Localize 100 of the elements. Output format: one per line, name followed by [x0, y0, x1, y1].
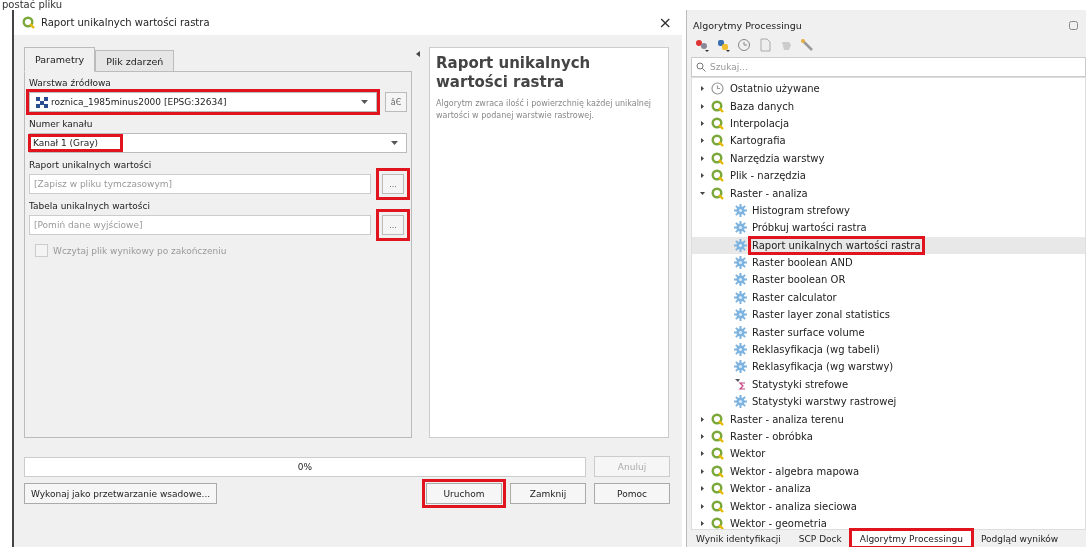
- gear-icon: [734, 203, 747, 217]
- field-label: Numer kanału: [29, 118, 94, 131]
- expand-caret-icon[interactable]: [700, 86, 705, 92]
- tree-item[interactable]: Wektor - analiza sieciowa: [730, 500, 857, 512]
- tree-item[interactable]: Raster surface volume: [752, 326, 865, 338]
- gear-icon: [734, 238, 747, 252]
- expand-caret-icon[interactable]: [700, 503, 705, 509]
- dropdown[interactable]: roznica_1985minus2000 [EPSG:32634]: [29, 92, 377, 112]
- tree-item[interactable]: Wektor - analiza: [730, 483, 811, 495]
- q-logo-icon: [711, 464, 724, 478]
- expand-caret-icon[interactable]: [700, 486, 705, 492]
- tree-item[interactable]: Raster calculator: [752, 291, 837, 303]
- expand-caret-icon[interactable]: [700, 155, 705, 161]
- field-label: Raport unikalnych wartości: [29, 159, 153, 172]
- tree-item[interactable]: Raster layer zonal statistics: [752, 309, 891, 321]
- q-logo-icon: [22, 16, 35, 29]
- expand-caret-icon[interactable]: [700, 451, 705, 457]
- dropdown[interactable]: Kanał 1 (Gray): [29, 133, 407, 153]
- q-logo-icon: [711, 169, 724, 183]
- close-button[interactable]: ×: [656, 13, 674, 32]
- q-logo-icon: [711, 134, 724, 148]
- q-logo-icon: [711, 116, 724, 130]
- expand-caret-icon[interactable]: [700, 468, 705, 474]
- tab[interactable]: Plik zdarzeń: [95, 50, 175, 71]
- tree-item[interactable]: Narzędzia warstwy: [730, 152, 825, 164]
- gear-icon: [734, 256, 747, 270]
- q-logo-icon: [711, 412, 724, 426]
- progress-reading: 0%: [297, 461, 313, 472]
- q-logo-icon: [711, 499, 724, 513]
- tree-item[interactable]: Reklasyfikacja (wg warstwy): [752, 361, 894, 373]
- browse-button[interactable]: âЄ: [385, 92, 407, 112]
- expand-caret-icon[interactable]: [700, 173, 705, 179]
- tab[interactable]: Wynik identyfikacji: [687, 530, 790, 547]
- gear-icon: [734, 273, 747, 287]
- tree-item[interactable]: Statystyki warstwy rastrowej: [752, 396, 897, 408]
- panel-title: Algorytmy Processingu: [693, 19, 802, 31]
- raster-layer-icon: [36, 96, 48, 108]
- gear-icon: [734, 325, 747, 339]
- expand-caret-icon[interactable]: [700, 138, 705, 144]
- tab[interactable]: Podgląd wyników: [971, 530, 1068, 547]
- dialog-button[interactable]: Zamknij: [510, 483, 586, 504]
- q-logo-icon: [711, 447, 724, 461]
- q-logo-icon: [711, 516, 724, 529]
- file-path-field[interactable]: [Zapisz w pliku tymczasowym]: [29, 174, 371, 194]
- gear-icon: [734, 343, 747, 357]
- tree-item[interactable]: Reklasyfikacja (wg tabeli): [752, 344, 880, 356]
- tab[interactable]: Algorytmy Processingu: [850, 530, 972, 547]
- window-title: Raport unikalnych wartości rastra: [41, 17, 211, 28]
- batch-button[interactable]: Wykonaj jako przetwarzanie wsadowe...: [24, 483, 218, 504]
- collapse-caret-icon[interactable]: [700, 190, 705, 196]
- q-logo-icon: [711, 99, 724, 113]
- tree-item[interactable]: Raster - analiza terenu: [730, 413, 844, 425]
- gear-icon: [734, 395, 747, 409]
- tree-item[interactable]: Raster boolean OR: [752, 274, 846, 286]
- tab[interactable]: Parametry: [24, 47, 96, 72]
- search-field[interactable]: Szukaj...: [691, 57, 1086, 77]
- help-title: Raport unikalnych wartości rastra: [436, 54, 592, 92]
- tree-item[interactable]: Raster - analiza: [730, 187, 808, 199]
- tree-item[interactable]: Próbkuj wartości rastra: [752, 222, 867, 234]
- tree-item[interactable]: Wektor - geometria: [730, 517, 827, 529]
- dialog-button[interactable]: Pomoc: [594, 483, 670, 504]
- gear-icon: [734, 221, 747, 235]
- gear-icon: [734, 290, 747, 304]
- tree-item[interactable]: Wektor - algebra mapowa: [730, 465, 860, 477]
- tree-item[interactable]: Wektor: [730, 448, 766, 460]
- checkbox-label: Wczytaj plik wynikowy po zakończeniu: [53, 245, 227, 256]
- tree-item[interactable]: Raster boolean AND: [752, 257, 853, 269]
- field-label: Tabela unikalnych wartości: [29, 200, 151, 213]
- tree-item[interactable]: Plik - narzędzia: [730, 170, 806, 182]
- tree-item[interactable]: Raster - obróbka: [730, 431, 813, 442]
- gear-icon: [734, 360, 747, 374]
- q-logo-icon: [711, 482, 724, 496]
- q-logo-icon: [711, 430, 724, 443]
- tree-item[interactable]: Ostatnio używane: [730, 83, 820, 95]
- tab[interactable]: SCP Dock: [789, 530, 851, 547]
- clock-icon: [711, 82, 724, 96]
- sigma-icon: [734, 377, 747, 391]
- collapse-arrow-icon: [416, 51, 420, 57]
- dropdown-arrow-icon: [361, 100, 368, 104]
- tree-item[interactable]: Baza danych: [730, 100, 795, 112]
- expand-caret-icon[interactable]: [700, 103, 705, 109]
- expand-caret-icon[interactable]: [700, 520, 705, 526]
- gear-icon: [734, 308, 747, 322]
- expand-caret-icon[interactable]: [700, 434, 705, 439]
- caption-text: postać pliku: [1, 0, 63, 10]
- expand-caret-icon[interactable]: [700, 416, 705, 422]
- models-icon[interactable]: [695, 38, 709, 52]
- clock-icon[interactable]: [737, 38, 751, 52]
- q-logo-icon: [711, 186, 724, 200]
- file-path-field[interactable]: [Pomiń dane wyjściowe]: [29, 215, 371, 235]
- dropdown-arrow-icon: [391, 141, 398, 145]
- q-logo-icon: [711, 151, 724, 165]
- help-text: Algorytm zwraca ilość i powierzchnię każdej unikalnej wartości w podanej warstwie rastrowej.: [436, 98, 653, 122]
- tree-item[interactable]: Statystyki strefowe: [752, 378, 849, 390]
- expand-caret-icon[interactable]: [700, 120, 705, 126]
- field-label: Warstwa źródłowa: [29, 77, 112, 90]
- python-icon[interactable]: [716, 38, 730, 52]
- tree-item[interactable]: Histogram strefowy: [752, 204, 850, 216]
- tree-item[interactable]: Interpolacja: [730, 117, 790, 129]
- tree-item[interactable]: Kartografia: [730, 135, 786, 147]
